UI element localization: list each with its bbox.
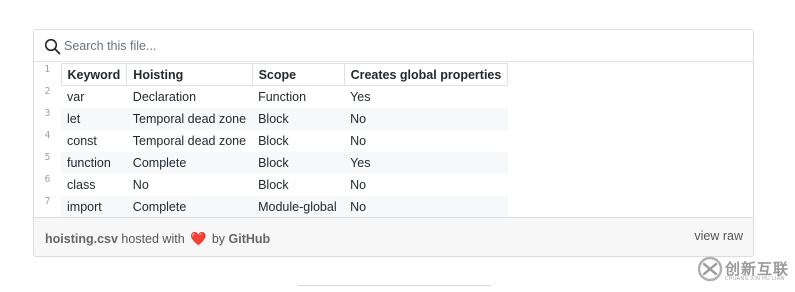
heart-icon: ❤️ <box>190 231 207 246</box>
table-row: 6 class No Block No <box>34 173 508 196</box>
table-cell: No <box>344 195 508 218</box>
search-input[interactable] <box>64 36 734 56</box>
column-header-keyword: Keyword <box>60 63 128 86</box>
table-cell: Function <box>258 89 307 104</box>
watermark-subtext: CHUANG XIN HU LIAN <box>725 276 785 282</box>
table-cell: Temporal dead zone <box>126 107 253 130</box>
table-cell: No <box>132 177 149 192</box>
table-row: 3 let Temporal dead zone Block No <box>34 107 508 130</box>
column-header-scope: Scope <box>251 63 345 86</box>
table-cell: var <box>67 89 85 104</box>
table-cell: No <box>350 177 367 192</box>
table-cell: No <box>344 107 508 130</box>
table-cell: Declaration <box>132 89 197 104</box>
column-header-hoisting: Hoisting <box>126 63 253 86</box>
table-cell: No <box>350 133 367 148</box>
table-header-row: 1 Keyword Hoisting Scope Creates global … <box>34 63 509 86</box>
table-cell: let <box>61 107 127 130</box>
table-row: 4 const Temporal dead zone Block No <box>34 129 508 152</box>
line-number[interactable]: 5 <box>34 151 61 174</box>
table-cell: Complete <box>126 195 253 218</box>
line-number[interactable]: 2 <box>34 85 61 108</box>
search-bar <box>34 30 753 62</box>
gist-footer: hoisting.csv hosted with ❤️ by GitHub vi… <box>34 217 753 256</box>
table-cell: Complete <box>126 151 253 174</box>
logo-icon <box>697 256 723 282</box>
line-number[interactable]: 3 <box>34 107 61 130</box>
github-link[interactable]: GitHub <box>229 232 271 246</box>
file-link[interactable]: hoisting.csv <box>45 232 118 246</box>
table-row: 5 function Complete Block Yes <box>34 151 508 174</box>
table-cell: Yes <box>350 89 371 104</box>
table-cell: const <box>67 133 97 148</box>
watermark: 创新互联 CHUANG XIN HU LIAN <box>697 255 795 285</box>
table-cell: Yes <box>344 151 508 174</box>
line-number[interactable]: 7 <box>34 195 61 218</box>
gist-embed: 1 Keyword Hoisting Scope Creates global … <box>33 29 754 257</box>
line-number[interactable]: 1 <box>34 63 61 86</box>
divider <box>298 285 491 286</box>
line-number[interactable]: 6 <box>34 173 61 196</box>
search-icon <box>44 38 61 55</box>
table-cell: Module-global <box>252 195 345 218</box>
table-cell: Block <box>252 151 345 174</box>
table-row: 7 import Complete Module-global No <box>34 195 508 218</box>
table-cell: Temporal dead zone <box>132 133 247 148</box>
view-raw-link[interactable]: view raw <box>694 229 743 243</box>
table-cell: function <box>61 151 127 174</box>
table-row: 2 var Declaration Function Yes <box>34 85 508 108</box>
csv-table: 1 Keyword Hoisting Scope Creates global … <box>34 63 509 218</box>
table-cell: import <box>61 195 127 218</box>
table-cell: class <box>67 177 96 192</box>
table-cell: Block <box>252 107 345 130</box>
by-text: by <box>211 232 226 246</box>
column-header-creates-global-properties: Creates global properties <box>343 63 509 86</box>
hosted-with-text: hosted with <box>121 232 185 246</box>
gist-meta: hoisting.csv hosted with ❤️ by GitHub <box>45 231 270 247</box>
table-cell: Block <box>258 133 289 148</box>
line-number[interactable]: 4 <box>34 129 61 152</box>
table-cell: Block <box>258 177 289 192</box>
